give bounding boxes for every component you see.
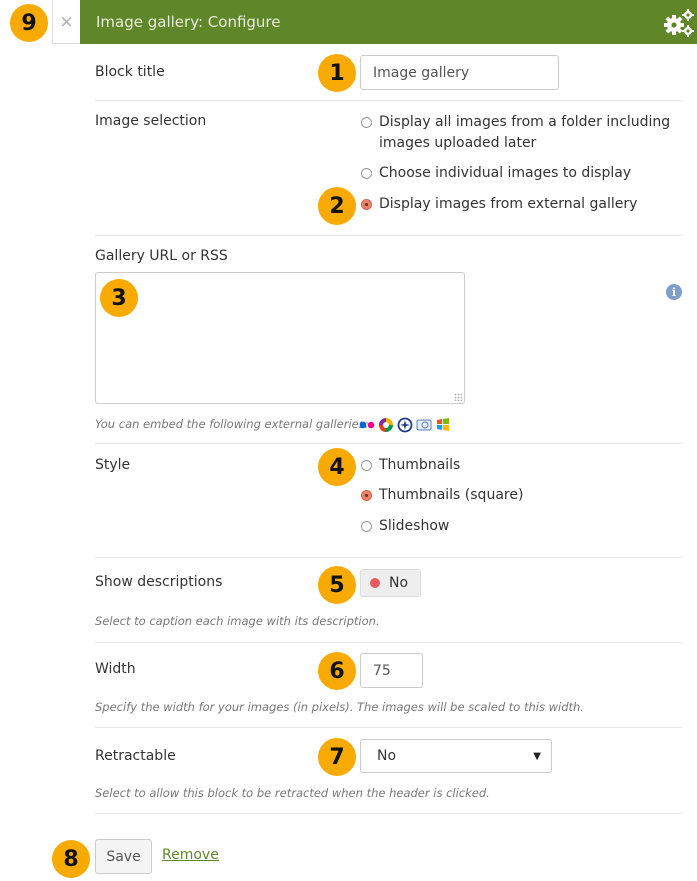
picasa-icon — [379, 418, 393, 432]
divider — [95, 235, 682, 236]
width-label: Width — [95, 661, 136, 677]
show-descriptions-label: Show descriptions — [95, 574, 223, 590]
radio-button[interactable] — [361, 168, 372, 179]
retractable-label: Retractable — [95, 748, 176, 764]
radio-button[interactable] — [361, 460, 372, 471]
radio-option-slideshow[interactable]: Slideshow — [361, 516, 449, 537]
panoramio-icon — [397, 417, 413, 433]
divider — [95, 443, 682, 444]
radio-button-checked[interactable] — [361, 490, 372, 501]
block-config-header: × Image gallery: Configure — [52, 0, 697, 44]
radio-button[interactable] — [361, 117, 372, 128]
radio-label: Display images from external gallery — [379, 196, 638, 212]
style-label: Style — [95, 457, 131, 473]
info-icon[interactable]: i — [666, 284, 682, 300]
retractable-select[interactable]: No ▼ — [360, 739, 552, 773]
callout-2: 2 — [318, 187, 356, 225]
callout-8: 8 — [52, 840, 90, 878]
radio-option-external[interactable]: Display images from external gallery — [361, 194, 637, 215]
image-selection-label: Image selection — [95, 113, 207, 129]
show-descriptions-hint: Select to caption each image with its de… — [95, 614, 380, 628]
callout-1: 1 — [318, 54, 356, 92]
divider — [95, 813, 682, 814]
width-input[interactable]: 75 — [360, 653, 423, 688]
divider — [95, 557, 682, 558]
callout-6: 6 — [318, 652, 356, 690]
radio-option-folder[interactable]: Display all images from a folder includi… — [361, 112, 681, 154]
radio-option-thumbnails[interactable]: Thumbnails — [361, 455, 460, 476]
toggle-off-indicator — [370, 578, 380, 588]
save-button[interactable]: Save — [95, 839, 152, 874]
gallery-url-textarea[interactable] — [95, 272, 465, 404]
show-descriptions-toggle[interactable]: No — [360, 569, 421, 597]
width-value: 75 — [373, 662, 391, 679]
radio-button-checked[interactable] — [361, 199, 372, 210]
gallery-icons — [359, 417, 451, 433]
divider — [95, 100, 682, 101]
callout-3: 3 — [100, 279, 138, 317]
retractable-hint: Select to allow this block to be retract… — [95, 786, 490, 800]
radio-label: Display all images from a folder includi… — [379, 114, 671, 151]
close-icon: × — [59, 11, 74, 32]
gallery-hint: You can embed the following external gal… — [95, 417, 369, 431]
callout-9: 9 — [10, 4, 48, 42]
windows-live-icon — [437, 418, 449, 431]
radio-label: Thumbnails (square) — [379, 487, 524, 503]
block-title-value: Image gallery — [373, 64, 470, 81]
callout-4: 4 — [318, 448, 356, 486]
block-title-input[interactable]: Image gallery — [360, 55, 559, 90]
select-value: No — [377, 748, 397, 764]
gallery-url-label: Gallery URL or RSS — [95, 248, 228, 264]
radio-option-thumbnails-square[interactable]: Thumbnails (square) — [361, 485, 523, 506]
gears-icon[interactable] — [663, 8, 695, 38]
radio-label: Thumbnails — [379, 457, 461, 473]
toggle-label: No — [389, 575, 409, 591]
title-bar: Image gallery: Configure — [80, 0, 697, 44]
chevron-down-icon: ▼ — [533, 750, 541, 762]
divider — [95, 642, 682, 643]
callout-7: 7 — [318, 738, 356, 776]
width-hint: Specify the width for your images (in pi… — [95, 700, 584, 714]
radio-label: Slideshow — [379, 518, 450, 534]
radio-button[interactable] — [361, 521, 372, 532]
radio-label: Choose individual images to display — [379, 165, 632, 181]
close-button[interactable]: × — [52, 0, 80, 44]
divider — [95, 727, 682, 728]
resize-handle[interactable] — [454, 393, 462, 401]
flickr-icon — [359, 421, 375, 429]
radio-option-individual[interactable]: Choose individual images to display — [361, 163, 631, 184]
remove-link[interactable]: Remove — [162, 847, 219, 863]
dialog-title: Image gallery: Configure — [96, 13, 281, 31]
block-title-label: Block title — [95, 64, 165, 80]
callout-5: 5 — [318, 566, 356, 604]
photobucket-icon — [416, 419, 432, 431]
